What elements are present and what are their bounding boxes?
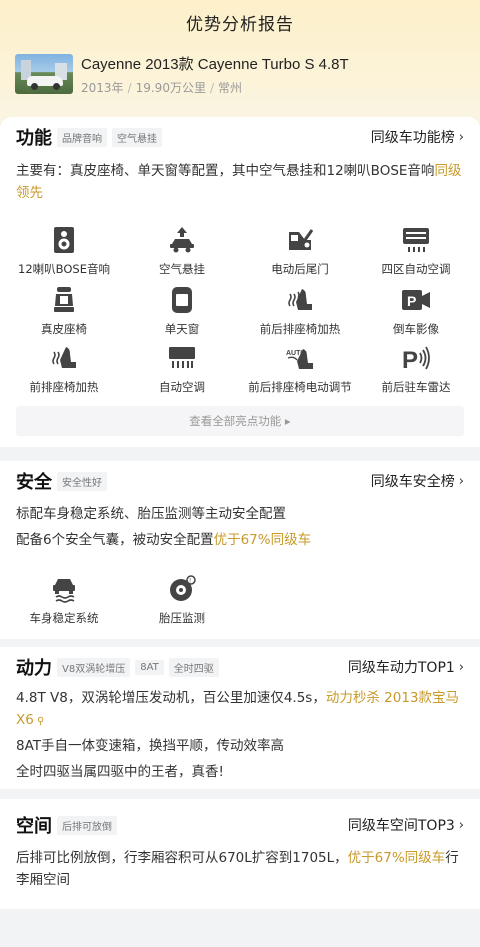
features-description: 主要有：真皮座椅、单天窗等配置，其中空气悬挂和12喇叭BOSE音响同级领先 — [16, 163, 462, 201]
features-tag: 空气悬挂 — [112, 127, 162, 147]
search-icon[interactable]: ⚲ — [34, 716, 44, 727]
leather-seat-icon — [49, 285, 79, 315]
auto-ac-icon — [167, 343, 197, 373]
svg-text:AUTO: AUTO — [286, 350, 306, 357]
feature-item[interactable]: 前排座椅加热 — [4, 343, 124, 395]
power-line-2: 8AT手自一体变速箱，换挡平顺，传动效率高 — [16, 738, 285, 754]
svg-text:P: P — [402, 347, 418, 372]
safety-card: 安全 安全性好 同级车安全榜 › 标配车身稳定系统、胎压监测等主动安全配置 配备6… — [0, 461, 480, 639]
seat-heating-icon — [285, 285, 315, 315]
car-mileage: 19.90万公里 — [135, 80, 206, 95]
tire-pressure-icon: ! — [167, 574, 197, 604]
car-thumbnail — [15, 54, 73, 94]
features-rank-link[interactable]: 同级车功能榜 › — [371, 127, 464, 147]
safety-tag: 安全性好 — [57, 471, 107, 491]
chevron-right-icon: › — [458, 817, 464, 833]
space-rank-link[interactable]: 同级车空间TOP3 › — [348, 815, 464, 835]
front-seat-heating-icon — [49, 343, 79, 373]
chevron-right-icon: › — [458, 473, 464, 489]
feature-item[interactable]: ! 胎压监测 — [122, 574, 242, 626]
power-title: 动力 — [16, 658, 52, 679]
feature-item[interactable]: P 倒车影像 — [356, 285, 476, 337]
feature-item[interactable]: AUTO 前后排座椅电动调节 — [240, 343, 360, 395]
speaker-icon — [49, 225, 79, 255]
space-title: 空间 — [16, 816, 52, 837]
car-meta: 2013年/19.90万公里 / 常州 — [81, 80, 243, 95]
feature-item[interactable]: 单天窗 — [122, 285, 242, 337]
power-tailgate-icon — [285, 225, 315, 255]
space-tag: 后排可放倒 — [57, 815, 117, 835]
feature-item[interactable]: 车身稳定系统 — [4, 574, 124, 626]
climate-four-zone-icon — [401, 225, 431, 255]
feature-item[interactable]: 前后排座椅加热 — [240, 285, 360, 337]
car-city: 常州 — [218, 80, 243, 95]
feature-item[interactable]: P 前后驻车雷达 — [356, 343, 476, 395]
power-line-1: 4.8T V8，双涡轮增压发动机，百公里加速仅4.5s，动力秒杀 2013款宝马… — [16, 690, 459, 728]
safety-rank-link[interactable]: 同级车安全榜 › — [371, 471, 464, 491]
air-suspension-icon — [167, 225, 197, 255]
page-title: 优势分析报告 — [186, 15, 294, 35]
power-tag: V8双涡轮增压 — [57, 657, 131, 677]
feature-item[interactable]: 12喇叭BOSE音响 — [4, 225, 124, 277]
feature-item[interactable]: 自动空调 — [122, 343, 242, 395]
power-line-3: 全时四驱当属四驱中的王者，真香! — [16, 764, 224, 780]
features-card: 功能 品牌音响 空气悬挂 同级车功能榜 › 主要有：真皮座椅、单天窗等配置，其中空… — [0, 117, 480, 447]
feature-item[interactable]: 空气悬挂 — [122, 225, 242, 277]
rear-camera-icon: P — [401, 285, 431, 315]
view-all-features-button[interactable]: 查看全部亮点功能 ▸ — [16, 406, 464, 436]
power-seat-icon: AUTO — [285, 343, 315, 373]
car-summary[interactable]: Cayenne 2013款 Cayenne Turbo S 4.8T 2013年… — [15, 52, 349, 96]
space-line-1: 后排可比例放倒，行李厢容积可从670L扩容到1705L，优于67%同级车行李厢空… — [16, 850, 459, 888]
features-title: 功能 — [16, 128, 52, 149]
power-rank-link[interactable]: 同级车动力TOP1 › — [348, 657, 464, 677]
chevron-right-icon: › — [458, 659, 464, 675]
safety-line-1: 标配车身稳定系统、胎压监测等主动安全配置 — [16, 506, 286, 522]
feature-item[interactable]: 真皮座椅 — [4, 285, 124, 337]
safety-line-2: 配备6个安全气囊，被动安全配置优于67%同级车 — [16, 532, 312, 548]
power-card: 动力 V8双涡轮增压 8AT 全时四驱 同级车动力TOP1 › 4.8T V8，双… — [0, 647, 480, 789]
svg-text:P: P — [407, 293, 416, 309]
safety-title: 安全 — [16, 472, 52, 493]
features-tag: 品牌音响 — [57, 127, 107, 147]
chevron-right-icon: › — [458, 129, 464, 145]
power-tag: 全时四驱 — [168, 657, 219, 677]
power-tag: 8AT — [135, 659, 164, 675]
parking-radar-icon: P — [401, 343, 431, 373]
car-name: Cayenne 2013款 Cayenne Turbo S 4.8T — [81, 55, 349, 73]
feature-item[interactable]: 四区自动空调 — [356, 225, 476, 277]
stability-control-icon — [49, 574, 79, 604]
space-card: 空间 后排可放倒 同级车空间TOP3 › 后排可比例放倒，行李厢容积可从670L扩… — [0, 799, 480, 909]
feature-item[interactable]: 电动后尾门 — [240, 225, 360, 277]
car-year: 2013年 — [81, 80, 124, 95]
sunroof-icon — [167, 285, 197, 315]
